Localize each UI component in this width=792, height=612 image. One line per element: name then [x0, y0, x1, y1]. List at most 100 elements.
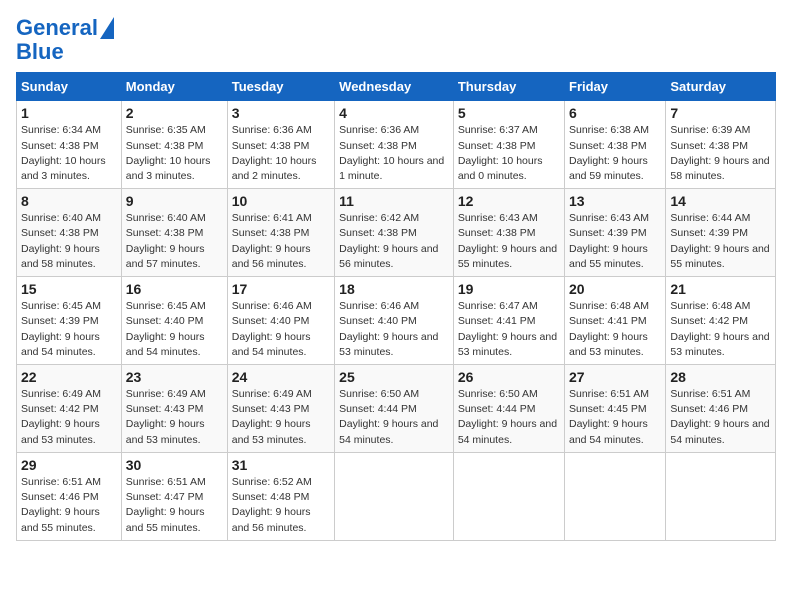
day-number: 23: [126, 369, 223, 385]
day-info: Sunrise: 6:48 AMSunset: 4:41 PMDaylight:…: [569, 300, 649, 358]
day-cell: 13 Sunrise: 6:43 AMSunset: 4:39 PMDaylig…: [565, 189, 666, 277]
day-info: Sunrise: 6:36 AMSunset: 4:38 PMDaylight:…: [232, 124, 317, 182]
day-number: 26: [458, 369, 560, 385]
day-cell: 11 Sunrise: 6:42 AMSunset: 4:38 PMDaylig…: [335, 189, 454, 277]
day-number: 15: [21, 281, 117, 297]
day-cell: 23 Sunrise: 6:49 AMSunset: 4:43 PMDaylig…: [121, 365, 227, 453]
day-number: 22: [21, 369, 117, 385]
day-info: Sunrise: 6:45 AMSunset: 4:39 PMDaylight:…: [21, 300, 101, 358]
day-number: 28: [670, 369, 771, 385]
day-info: Sunrise: 6:50 AMSunset: 4:44 PMDaylight:…: [339, 388, 438, 446]
col-header-friday: Friday: [565, 73, 666, 101]
day-number: 16: [126, 281, 223, 297]
day-info: Sunrise: 6:37 AMSunset: 4:38 PMDaylight:…: [458, 124, 543, 182]
day-cell: 3 Sunrise: 6:36 AMSunset: 4:38 PMDayligh…: [227, 101, 334, 189]
day-cell: 2 Sunrise: 6:35 AMSunset: 4:38 PMDayligh…: [121, 101, 227, 189]
day-info: Sunrise: 6:40 AMSunset: 4:38 PMDaylight:…: [21, 212, 101, 270]
day-number: 14: [670, 193, 771, 209]
day-cell: 28 Sunrise: 6:51 AMSunset: 4:46 PMDaylig…: [666, 365, 776, 453]
day-info: Sunrise: 6:51 AMSunset: 4:46 PMDaylight:…: [670, 388, 769, 446]
day-number: 1: [21, 105, 117, 121]
day-cell: 30 Sunrise: 6:51 AMSunset: 4:47 PMDaylig…: [121, 452, 227, 540]
day-cell: 27 Sunrise: 6:51 AMSunset: 4:45 PMDaylig…: [565, 365, 666, 453]
header: General Blue: [16, 16, 776, 64]
day-cell: 25 Sunrise: 6:50 AMSunset: 4:44 PMDaylig…: [335, 365, 454, 453]
day-info: Sunrise: 6:41 AMSunset: 4:38 PMDaylight:…: [232, 212, 312, 270]
day-info: Sunrise: 6:49 AMSunset: 4:43 PMDaylight:…: [126, 388, 206, 446]
week-row-3: 15 Sunrise: 6:45 AMSunset: 4:39 PMDaylig…: [17, 277, 776, 365]
day-info: Sunrise: 6:51 AMSunset: 4:45 PMDaylight:…: [569, 388, 649, 446]
day-number: 10: [232, 193, 330, 209]
day-info: Sunrise: 6:38 AMSunset: 4:38 PMDaylight:…: [569, 124, 649, 182]
day-number: 5: [458, 105, 560, 121]
day-cell: 4 Sunrise: 6:36 AMSunset: 4:38 PMDayligh…: [335, 101, 454, 189]
day-info: Sunrise: 6:52 AMSunset: 4:48 PMDaylight:…: [232, 476, 312, 534]
col-header-wednesday: Wednesday: [335, 73, 454, 101]
col-header-thursday: Thursday: [453, 73, 564, 101]
day-number: 12: [458, 193, 560, 209]
day-number: 30: [126, 457, 223, 473]
day-cell: 17 Sunrise: 6:46 AMSunset: 4:40 PMDaylig…: [227, 277, 334, 365]
day-number: 25: [339, 369, 449, 385]
day-info: Sunrise: 6:43 AMSunset: 4:39 PMDaylight:…: [569, 212, 649, 270]
day-number: 9: [126, 193, 223, 209]
logo-general: General: [16, 15, 98, 40]
day-number: 17: [232, 281, 330, 297]
day-number: 8: [21, 193, 117, 209]
col-header-sunday: Sunday: [17, 73, 122, 101]
day-info: Sunrise: 6:47 AMSunset: 4:41 PMDaylight:…: [458, 300, 557, 358]
day-number: 20: [569, 281, 661, 297]
day-cell: 6 Sunrise: 6:38 AMSunset: 4:38 PMDayligh…: [565, 101, 666, 189]
day-cell: 8 Sunrise: 6:40 AMSunset: 4:38 PMDayligh…: [17, 189, 122, 277]
col-header-tuesday: Tuesday: [227, 73, 334, 101]
day-number: 24: [232, 369, 330, 385]
day-info: Sunrise: 6:48 AMSunset: 4:42 PMDaylight:…: [670, 300, 769, 358]
day-cell: [453, 452, 564, 540]
day-number: 19: [458, 281, 560, 297]
day-cell: 22 Sunrise: 6:49 AMSunset: 4:42 PMDaylig…: [17, 365, 122, 453]
day-cell: 24 Sunrise: 6:49 AMSunset: 4:43 PMDaylig…: [227, 365, 334, 453]
day-info: Sunrise: 6:44 AMSunset: 4:39 PMDaylight:…: [670, 212, 769, 270]
day-info: Sunrise: 6:36 AMSunset: 4:38 PMDaylight:…: [339, 124, 444, 182]
week-row-5: 29 Sunrise: 6:51 AMSunset: 4:46 PMDaylig…: [17, 452, 776, 540]
day-info: Sunrise: 6:46 AMSunset: 4:40 PMDaylight:…: [232, 300, 312, 358]
day-number: 31: [232, 457, 330, 473]
day-info: Sunrise: 6:39 AMSunset: 4:38 PMDaylight:…: [670, 124, 769, 182]
day-info: Sunrise: 6:35 AMSunset: 4:38 PMDaylight:…: [126, 124, 211, 182]
day-info: Sunrise: 6:43 AMSunset: 4:38 PMDaylight:…: [458, 212, 557, 270]
day-cell: 20 Sunrise: 6:48 AMSunset: 4:41 PMDaylig…: [565, 277, 666, 365]
day-cell: 21 Sunrise: 6:48 AMSunset: 4:42 PMDaylig…: [666, 277, 776, 365]
day-cell: 19 Sunrise: 6:47 AMSunset: 4:41 PMDaylig…: [453, 277, 564, 365]
day-info: Sunrise: 6:49 AMSunset: 4:42 PMDaylight:…: [21, 388, 101, 446]
day-cell: 29 Sunrise: 6:51 AMSunset: 4:46 PMDaylig…: [17, 452, 122, 540]
logo: General Blue: [16, 16, 114, 64]
day-info: Sunrise: 6:50 AMSunset: 4:44 PMDaylight:…: [458, 388, 557, 446]
header-row: SundayMondayTuesdayWednesdayThursdayFrid…: [17, 73, 776, 101]
day-cell: 31 Sunrise: 6:52 AMSunset: 4:48 PMDaylig…: [227, 452, 334, 540]
day-info: Sunrise: 6:34 AMSunset: 4:38 PMDaylight:…: [21, 124, 106, 182]
day-cell: 7 Sunrise: 6:39 AMSunset: 4:38 PMDayligh…: [666, 101, 776, 189]
day-cell: 18 Sunrise: 6:46 AMSunset: 4:40 PMDaylig…: [335, 277, 454, 365]
col-header-saturday: Saturday: [666, 73, 776, 101]
calendar-table: SundayMondayTuesdayWednesdayThursdayFrid…: [16, 72, 776, 540]
day-cell: 1 Sunrise: 6:34 AMSunset: 4:38 PMDayligh…: [17, 101, 122, 189]
day-number: 29: [21, 457, 117, 473]
day-number: 11: [339, 193, 449, 209]
day-number: 21: [670, 281, 771, 297]
day-cell: [666, 452, 776, 540]
day-cell: 26 Sunrise: 6:50 AMSunset: 4:44 PMDaylig…: [453, 365, 564, 453]
day-info: Sunrise: 6:49 AMSunset: 4:43 PMDaylight:…: [232, 388, 312, 446]
day-info: Sunrise: 6:42 AMSunset: 4:38 PMDaylight:…: [339, 212, 438, 270]
week-row-2: 8 Sunrise: 6:40 AMSunset: 4:38 PMDayligh…: [17, 189, 776, 277]
day-cell: 10 Sunrise: 6:41 AMSunset: 4:38 PMDaylig…: [227, 189, 334, 277]
day-number: 6: [569, 105, 661, 121]
day-info: Sunrise: 6:46 AMSunset: 4:40 PMDaylight:…: [339, 300, 438, 358]
day-cell: [565, 452, 666, 540]
day-info: Sunrise: 6:51 AMSunset: 4:46 PMDaylight:…: [21, 476, 101, 534]
week-row-1: 1 Sunrise: 6:34 AMSunset: 4:38 PMDayligh…: [17, 101, 776, 189]
day-cell: 16 Sunrise: 6:45 AMSunset: 4:40 PMDaylig…: [121, 277, 227, 365]
day-cell: [335, 452, 454, 540]
day-number: 27: [569, 369, 661, 385]
day-number: 13: [569, 193, 661, 209]
day-number: 4: [339, 105, 449, 121]
